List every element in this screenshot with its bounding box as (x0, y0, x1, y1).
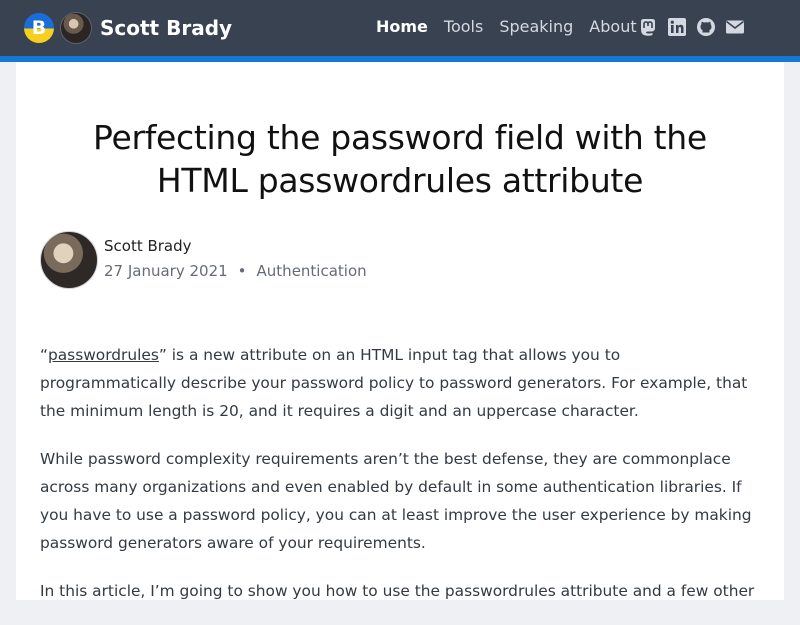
nav-speaking[interactable]: Speaking (499, 17, 573, 36)
passwordrules-link[interactable]: passwordrules (48, 346, 159, 364)
mastodon-icon[interactable] (638, 17, 658, 37)
brand-link[interactable]: B Scott Brady (24, 12, 232, 44)
paragraph-1: “passwordrules” is a new attribute on an… (40, 341, 760, 425)
article-title: Perfecting the password field with the H… (40, 116, 760, 202)
site-logo: B (24, 13, 54, 43)
email-icon[interactable] (725, 17, 745, 37)
github-icon[interactable] (696, 17, 716, 37)
article-body: “passwordrules” is a new attribute on an… (40, 341, 760, 625)
article-title-line2: HTML passwordrules attribute (156, 161, 644, 200)
nav-about[interactable]: About (589, 17, 636, 36)
author-name: Scott Brady (104, 237, 192, 255)
paragraph-2: While password complexity requirements a… (40, 450, 752, 552)
main-nav: Home Tools Speaking About (376, 17, 637, 36)
linkedin-icon[interactable] (667, 17, 687, 37)
nav-tools[interactable]: Tools (444, 17, 483, 36)
site-name: Scott Brady (100, 16, 233, 40)
top-navbar: B Scott Brady Home Tools Speaking About (0, 0, 800, 56)
social-links (638, 17, 745, 37)
post-meta: 27 January 2021 • Authentication (104, 262, 367, 280)
paragraph-3: In this article, I’m going to show you h… (40, 582, 755, 600)
open-quote: “ (40, 346, 48, 364)
category-link[interactable]: Authentication (257, 262, 367, 280)
nav-home[interactable]: Home (376, 17, 428, 36)
post-date: 27 January 2021 (104, 262, 228, 280)
article-title-line1: Perfecting the password field with the (93, 118, 707, 157)
author-avatar (40, 231, 98, 289)
brand-avatar (60, 12, 92, 44)
meta-separator: • (237, 262, 247, 280)
article-card: Perfecting the password field with the H… (16, 62, 784, 600)
